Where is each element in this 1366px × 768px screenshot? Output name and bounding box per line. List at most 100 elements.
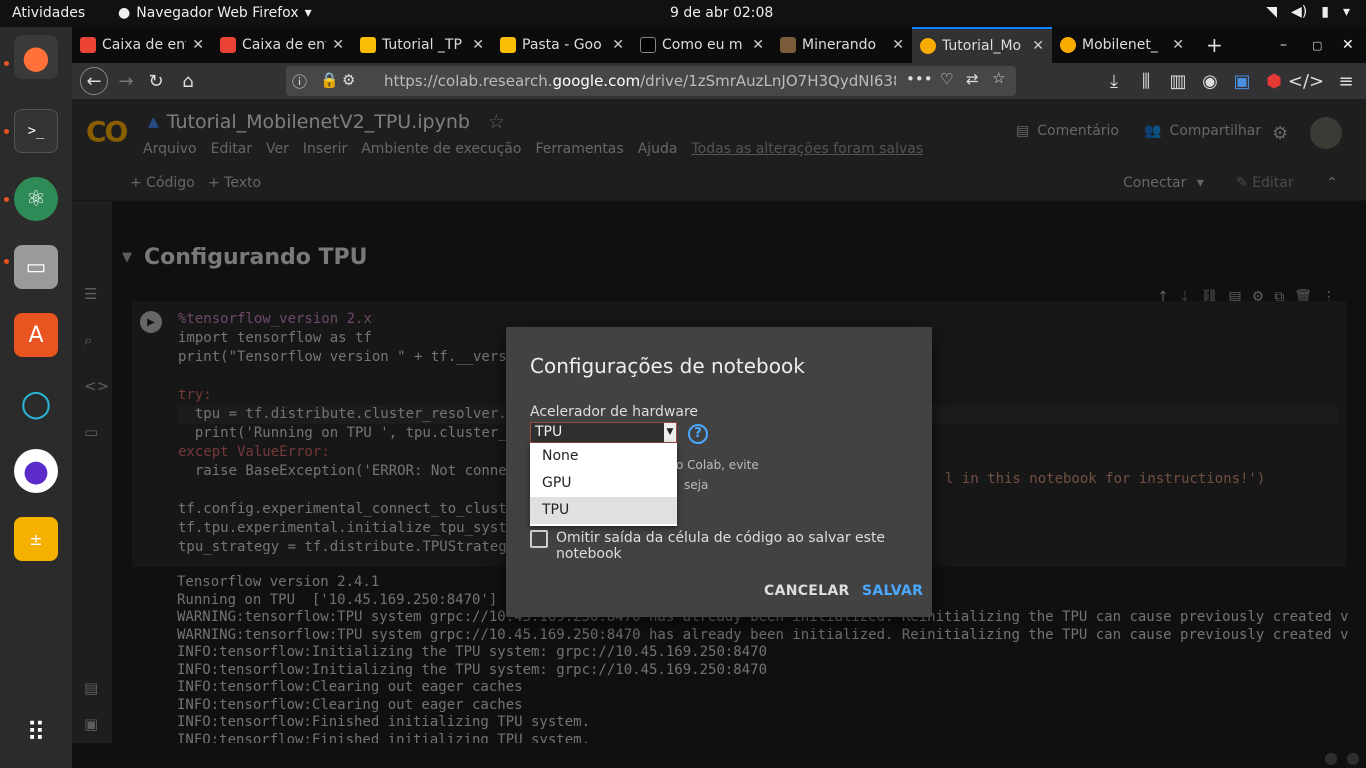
tab-title: Como eu m <box>662 37 743 53</box>
colab-icon <box>920 38 936 54</box>
home-button[interactable]: ⌂ <box>176 69 200 93</box>
browser-tab[interactable]: Caixa de ent ✕ <box>212 27 352 63</box>
tab-title: Tutorial _TP <box>382 37 462 53</box>
browser-tab[interactable]: Tutorial _TP ✕ <box>352 27 492 63</box>
hardware-accelerator-select[interactable]: TPU ▼ <box>530 422 677 443</box>
url-suffix: /drive/1zSmrAuzLnJO7H3QydNI638Jq <box>640 72 896 90</box>
system-tray[interactable]: ◥ ◀) ▮ ▾ <box>1266 4 1350 20</box>
running-indicator <box>4 197 9 202</box>
dialog-title: Configurações de notebook <box>530 354 805 378</box>
save-button[interactable]: SALVAR <box>862 583 923 599</box>
minerando-icon <box>780 37 796 53</box>
translate-extension-icon[interactable]: ▣ <box>1230 69 1254 93</box>
adblock-icon[interactable]: ⬢ <box>1262 69 1286 93</box>
pocket-icon[interactable]: ♡ <box>940 70 953 88</box>
app-menu[interactable]: ● Navegador Web Firefox ▾ <box>118 5 312 21</box>
url-prefix: https://colab.research. <box>384 72 553 90</box>
option-gpu[interactable]: GPU <box>530 470 677 497</box>
note-line: seja <box>684 478 709 492</box>
translate-icon[interactable]: ⇄ <box>966 70 979 88</box>
running-indicator <box>4 61 9 66</box>
calculator-dock-icon[interactable]: ± <box>14 517 58 561</box>
hamburger-menu-icon[interactable]: ≡ <box>1334 69 1358 93</box>
option-none[interactable]: None <box>530 443 677 470</box>
browser-tab[interactable]: Mobilenet_ ✕ <box>1052 27 1192 63</box>
help-icon[interactable]: ? <box>688 424 708 444</box>
tab-title: Mobilenet_ <box>1082 37 1158 53</box>
bookmark-star-icon[interactable]: ☆ <box>992 69 1005 87</box>
tab-title: Pasta - Goo <box>522 37 602 53</box>
terminal-dock-icon[interactable]: >_ <box>14 109 58 153</box>
tab-title: Caixa de ent <box>242 37 327 53</box>
running-indicator <box>4 129 9 134</box>
browser-tab[interactable]: Caixa de ent ✕ <box>72 27 212 63</box>
maximize-button[interactable]: ▢ <box>1304 27 1330 63</box>
atom-dock-icon[interactable]: ⚛ <box>14 177 58 221</box>
tab-title: Minerando <box>802 37 877 53</box>
close-icon[interactable]: ✕ <box>752 37 764 53</box>
url-text[interactable]: https://colab.research.google.com/drive/… <box>384 72 896 90</box>
medium-icon <box>640 37 656 53</box>
browser-tab-active[interactable]: Tutorial_Mo ✕ <box>912 27 1052 63</box>
omit-output-checkbox[interactable] <box>530 530 548 548</box>
gmail-icon <box>220 37 236 53</box>
sidebar-icon[interactable]: ▥ <box>1166 69 1190 93</box>
browser-tab[interactable]: Minerando ✕ <box>772 27 912 63</box>
info-icon[interactable]: ⓘ <box>292 71 307 92</box>
close-icon[interactable]: ✕ <box>892 37 904 53</box>
eclipse-dock-icon[interactable]: ● <box>14 449 58 493</box>
close-icon[interactable]: ✕ <box>472 37 484 53</box>
clock[interactable]: 9 de abr 02:08 <box>670 5 773 21</box>
extension-avatar-icon[interactable]: ◉ <box>1198 69 1222 93</box>
lock-icon[interactable]: 🔒 <box>320 71 339 89</box>
close-icon[interactable]: ✕ <box>332 37 344 53</box>
hardware-accelerator-label: Acelerador de hardware <box>530 404 699 420</box>
option-tpu[interactable]: TPU <box>530 497 677 524</box>
tab-title: Caixa de ent <box>102 37 187 53</box>
firefox-dock-icon[interactable]: ● <box>14 35 58 79</box>
permissions-icon[interactable]: ⚙ <box>342 71 355 89</box>
navigation-bar: ← → ↻ ⌂ ⓘ 🔒 ⚙ https://colab.research.goo… <box>72 63 1366 99</box>
anydesk-dock-icon[interactable]: ○ <box>14 381 58 425</box>
system-top-bar: Atividades ● Navegador Web Firefox ▾ 9 d… <box>0 0 1366 27</box>
colab-icon <box>1060 37 1076 53</box>
volume-icon: ◀) <box>1291 4 1308 20</box>
more-icon[interactable]: ••• <box>906 70 933 88</box>
files-dock-icon[interactable]: ▭ <box>14 245 58 289</box>
accelerator-dropdown-list: None GPU TPU <box>530 443 677 526</box>
software-dock-icon[interactable]: A <box>14 313 58 357</box>
minimize-button[interactable]: – <box>1272 27 1295 63</box>
battery-icon: ▮ <box>1321 4 1329 20</box>
url-bar[interactable]: ⓘ 🔒 ⚙ https://colab.research.google.com/… <box>286 66 1016 96</box>
url-domain: google.com <box>552 72 641 90</box>
selected-value: TPU <box>535 424 563 440</box>
close-icon[interactable]: ✕ <box>1172 37 1184 53</box>
tab-strip: Caixa de ent ✕ Caixa de ent ✕ Tutorial _… <box>72 27 1366 63</box>
back-button[interactable]: ← <box>80 67 108 95</box>
new-tab-button[interactable]: + <box>1198 27 1231 63</box>
wifi-icon: ◥ <box>1266 4 1278 20</box>
tab-title: Tutorial_Mo <box>942 38 1022 54</box>
drive-icon <box>500 37 516 53</box>
activities-button[interactable]: Atividades <box>12 5 85 21</box>
browser-tab[interactable]: Pasta - Goo ✕ <box>492 27 632 63</box>
library-icon[interactable]: ⫼ <box>1134 69 1158 93</box>
download-icon[interactable]: ⤓ <box>1102 69 1126 93</box>
dock: ● >_ ⚛ ▭ A ○ ● ± ⠿ <box>0 27 72 768</box>
omit-output-label[interactable]: Omitir saída da célula de código ao salv… <box>556 530 932 562</box>
close-icon[interactable]: ✕ <box>612 37 624 53</box>
notebook-settings-dialog: Configurações de notebook Acelerador de … <box>506 327 932 617</box>
cancel-button[interactable]: CANCELAR <box>764 583 850 599</box>
forward-button[interactable]: → <box>114 69 138 93</box>
devtools-icon[interactable]: </> <box>1288 69 1324 93</box>
close-icon[interactable]: ✕ <box>1032 38 1044 54</box>
dropdown-arrow-icon[interactable]: ▼ <box>664 423 676 442</box>
window-close-button[interactable]: ✕ <box>1334 27 1362 63</box>
chevron-down-icon: ▾ <box>304 5 312 21</box>
app-name: Navegador Web Firefox <box>136 5 299 21</box>
apps-grid-icon[interactable]: ⠿ <box>14 711 58 755</box>
browser-tab[interactable]: Como eu m ✕ <box>632 27 772 63</box>
note-line: o Colab, evite <box>676 458 759 472</box>
reload-button[interactable]: ↻ <box>144 69 168 93</box>
close-icon[interactable]: ✕ <box>192 37 204 53</box>
